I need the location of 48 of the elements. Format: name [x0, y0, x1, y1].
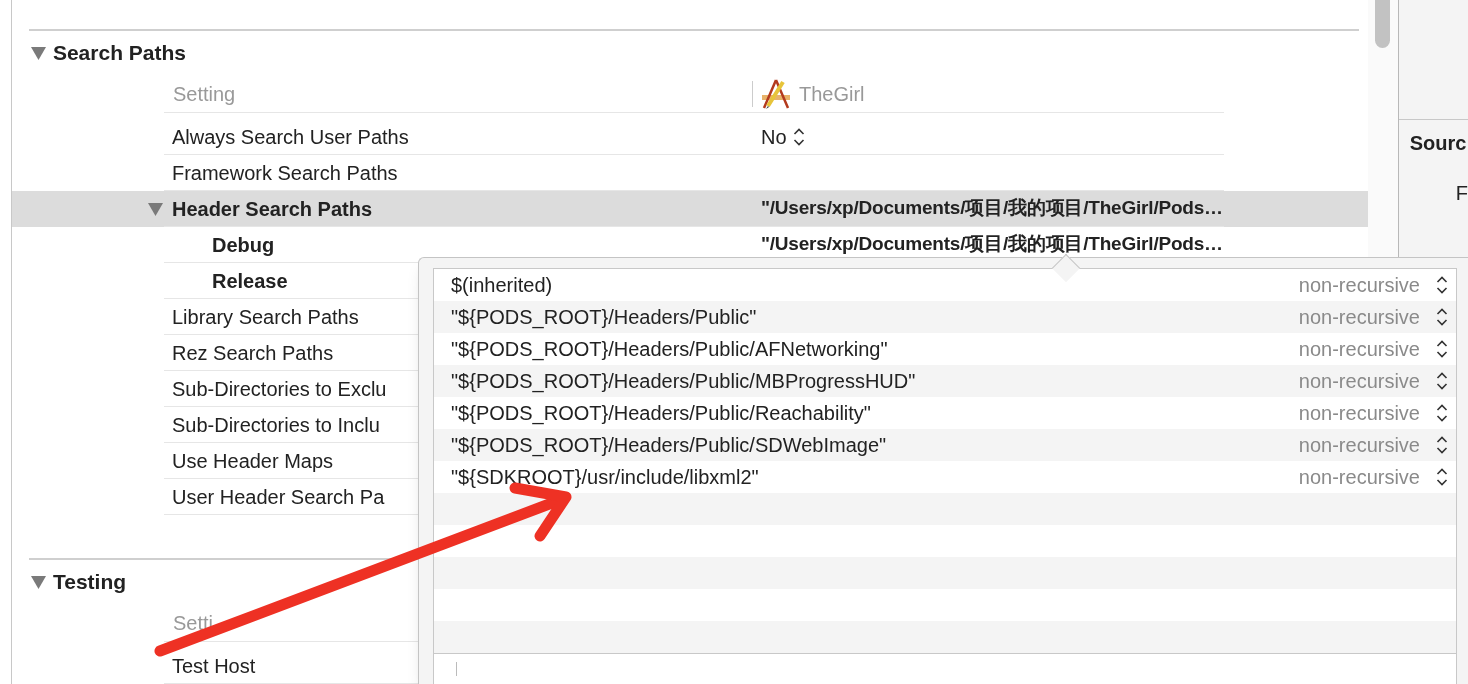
- section-title: Search Paths: [52, 40, 186, 67]
- column-header: Setting: [172, 81, 236, 107]
- path-entry: "${PODS_ROOT}/Headers/Public/Reachability": [451, 401, 872, 427]
- setting-label: Library Search Paths: [171, 304, 359, 330]
- setting-label: Sub-Directories to Exclu: [171, 376, 387, 402]
- recursion-popup[interactable]: non-recursive: [1298, 270, 1448, 300]
- setting-label: Use Header Maps: [171, 448, 334, 474]
- target-name: TheGirl: [798, 81, 865, 107]
- path-entry: "${PODS_ROOT}/Headers/Public/SDWebImage": [451, 433, 888, 459]
- recursion-popup[interactable]: non-recursive: [1298, 366, 1448, 396]
- setting-value: "/Users/xp/Documents/项目/我的项目/TheGirl/Pods…: [760, 196, 1223, 221]
- inspector-text: F: [1454, 181, 1468, 206]
- path-entry: "${PODS_ROOT}/Headers/Public": [451, 305, 758, 331]
- setting-label: Test Host: [171, 653, 256, 679]
- disclosure-triangle-icon[interactable]: [30, 46, 46, 60]
- updown-chevron-icon[interactable]: [792, 126, 805, 147]
- setting-label: User Header Search Pa: [171, 484, 385, 510]
- section-title: Testing: [52, 569, 127, 596]
- updown-chevron-icon[interactable]: [1436, 275, 1448, 295]
- value-popup[interactable]: No: [760, 121, 805, 152]
- recursion-popup[interactable]: non-recursive: [1298, 398, 1448, 428]
- app-icon: [760, 78, 791, 109]
- path-entry: "${SDKROOT}/usr/include/libxml2": [451, 465, 760, 490]
- path-entry: $(inherited): [451, 273, 554, 298]
- disclosure-triangle-icon[interactable]: [147, 202, 163, 216]
- setting-label: Framework Search Paths: [171, 160, 398, 186]
- updown-chevron-icon[interactable]: [1436, 403, 1448, 423]
- setting-label: Debug: [211, 232, 275, 258]
- scrollbar-thumb[interactable]: [1374, 0, 1390, 48]
- path-entry: "${PODS_ROOT}/Headers/Public/MBProgressHUD": [451, 369, 917, 395]
- setting-label: Always Search User Paths: [171, 124, 409, 150]
- updown-chevron-icon[interactable]: [1436, 435, 1448, 455]
- updown-chevron-icon[interactable]: [1436, 371, 1448, 391]
- recursion-popup[interactable]: non-recursive: [1298, 302, 1448, 332]
- path-entry: "${PODS_ROOT}/Headers/Public/AFNetworking": [451, 337, 889, 363]
- recursion-popup[interactable]: non-recursive: [1298, 430, 1448, 460]
- setting-label: Rez Search Paths: [171, 340, 334, 366]
- updown-chevron-icon[interactable]: [1436, 467, 1448, 487]
- recursion-popup[interactable]: non-recursive: [1298, 462, 1448, 492]
- setting-label: Header Search Paths: [171, 196, 373, 222]
- updown-chevron-icon[interactable]: [1436, 339, 1448, 359]
- setting-label: Sub-Directories to Inclu: [171, 412, 380, 438]
- setting-label: Release: [211, 268, 288, 294]
- updown-chevron-icon[interactable]: [1436, 307, 1448, 327]
- inspector-heading: Sourc: [1409, 131, 1468, 156]
- setting-value: "/Users/xp/Documents/项目/我的项目/TheGirl/Pods…: [760, 232, 1223, 257]
- recursion-popup[interactable]: non-recursive: [1298, 334, 1448, 364]
- disclosure-triangle-icon[interactable]: [30, 575, 46, 589]
